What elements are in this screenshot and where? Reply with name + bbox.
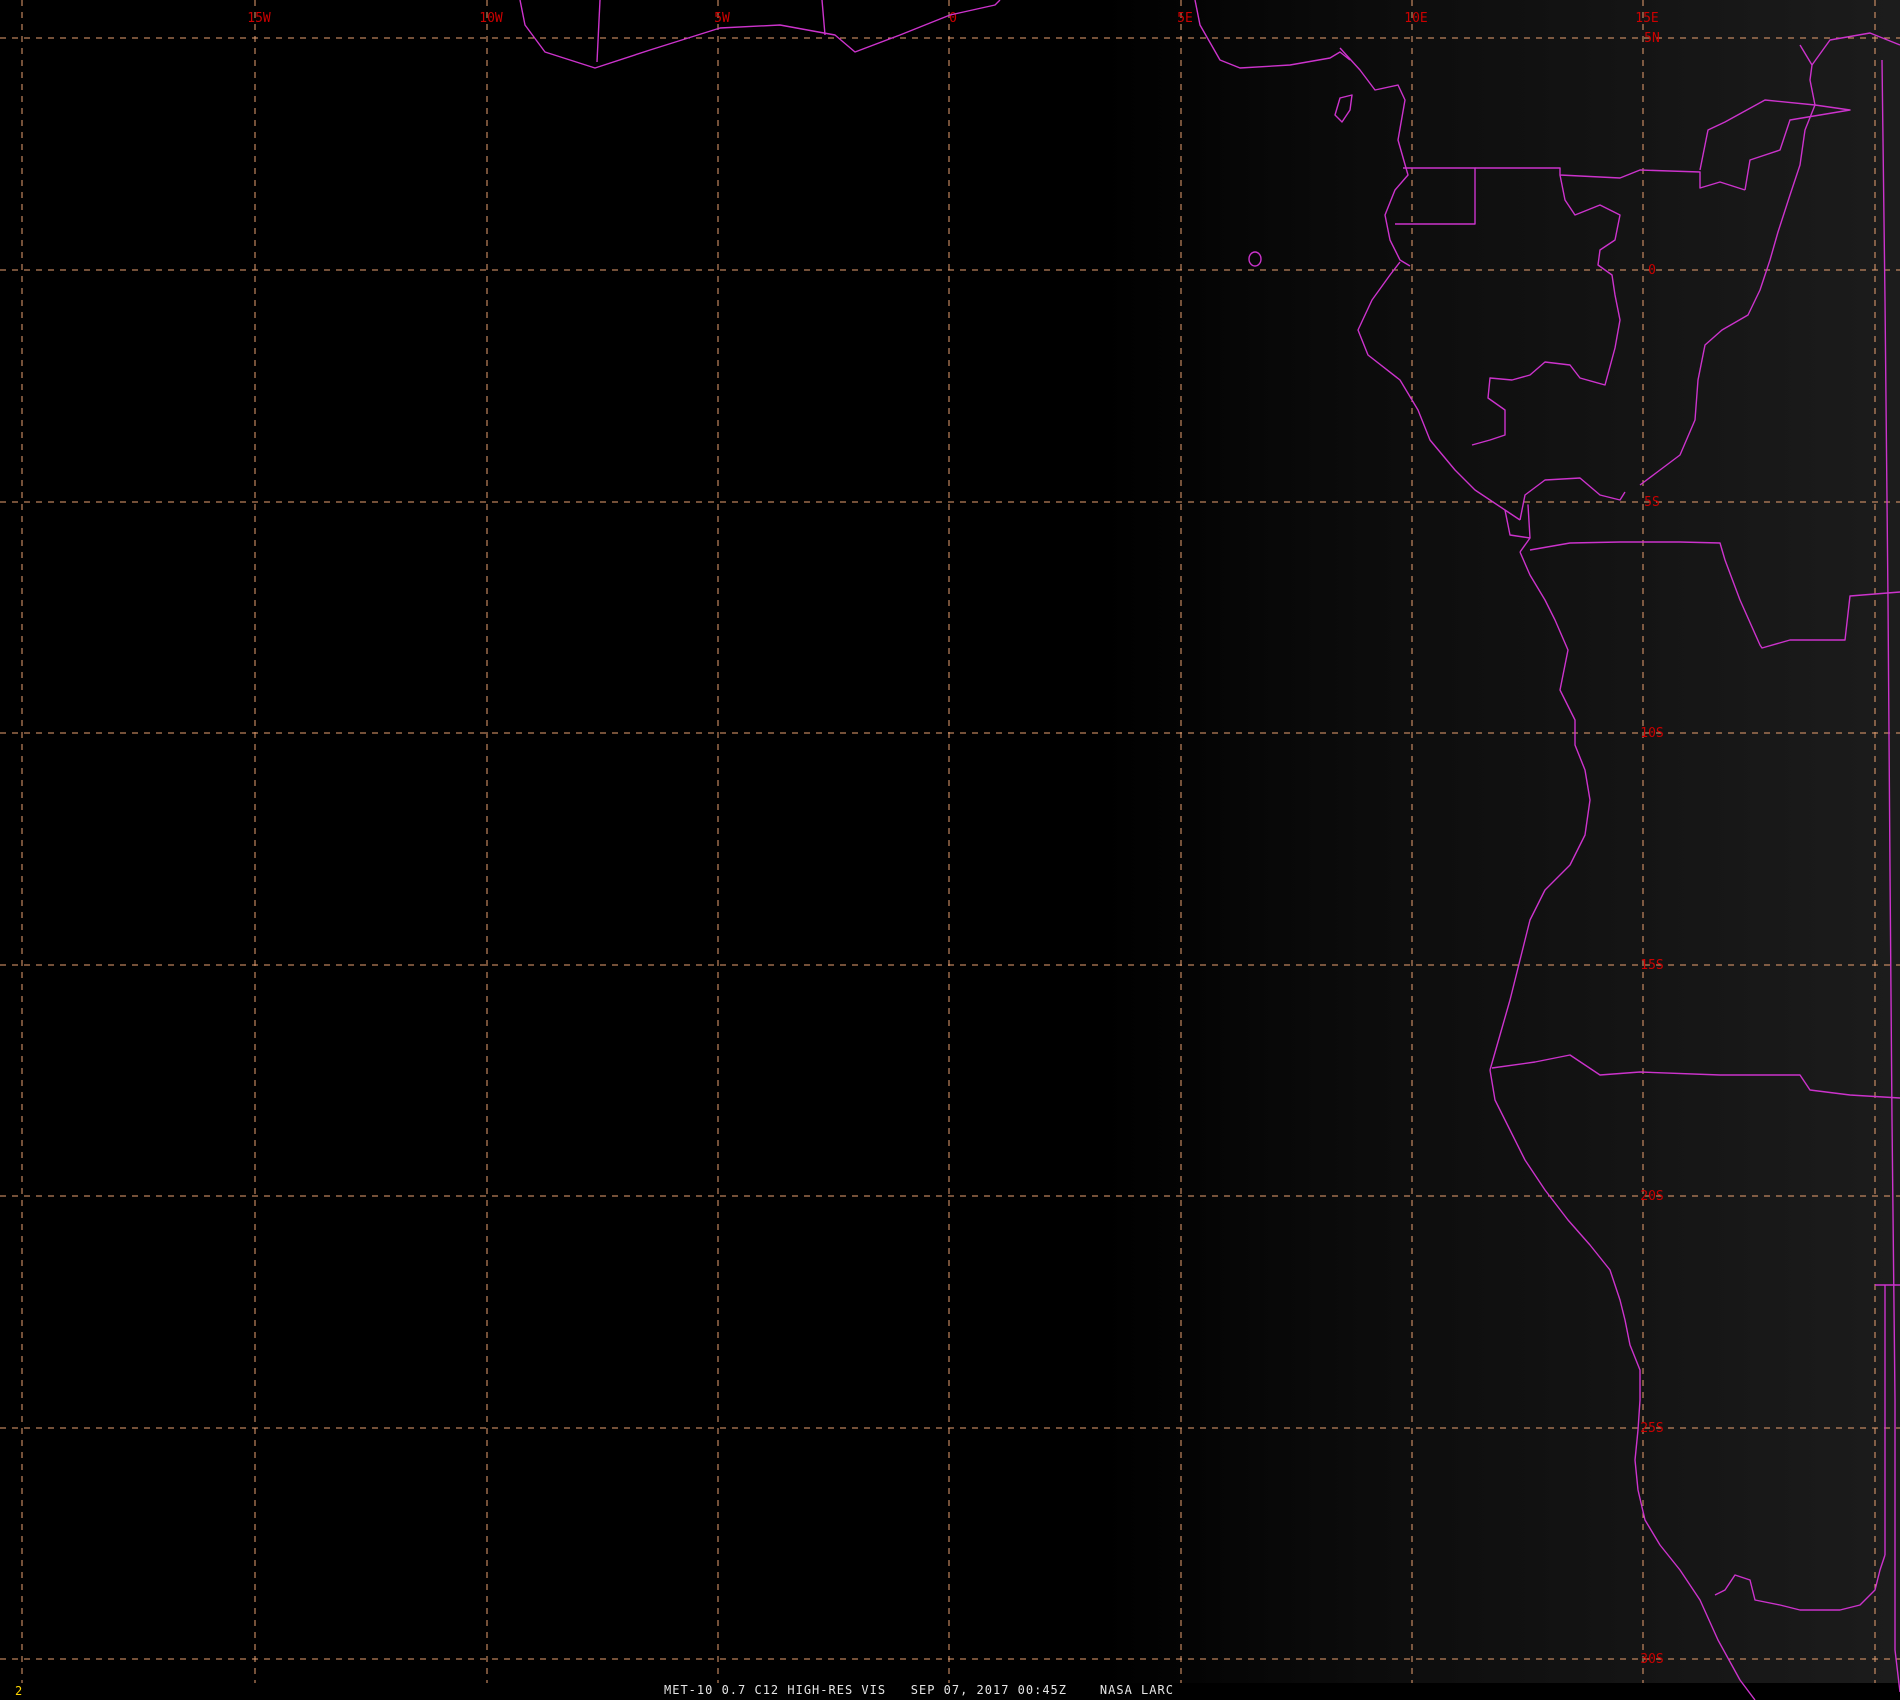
latitude-label: 10S [1640,726,1663,741]
longitude-label: 10W [479,11,503,26]
latitude-label: 30S [1640,1652,1663,1667]
image-caption: MET-10 0.7 C12 HIGH-RES VIS SEP 07, 2017… [664,1683,1174,1697]
satellite-map: 15W 10W 5W 0 5E 10E 15E5N05S10S15S20S25S30S [0,0,1900,1700]
longitude-label: 5W [714,11,730,26]
longitude-label: 15E [1635,11,1658,26]
latitude-label: 5N [1644,31,1660,46]
longitude-label: 5E [1177,11,1193,26]
latitude-label: 15S [1640,958,1663,973]
latitude-label: 25S [1640,1421,1663,1436]
latitude-label: 5S [1644,495,1660,510]
latitude-label: 20S [1640,1189,1663,1204]
longitude-label: 10E [1404,11,1427,26]
image-background [0,0,1900,1683]
frame-number: 2 [15,1684,23,1698]
latitude-label: 0 [1648,263,1656,278]
image-footer: 2 MET-10 0.7 C12 HIGH-RES VIS SEP 07, 20… [0,1683,1900,1700]
longitude-label: 15W [247,11,271,26]
